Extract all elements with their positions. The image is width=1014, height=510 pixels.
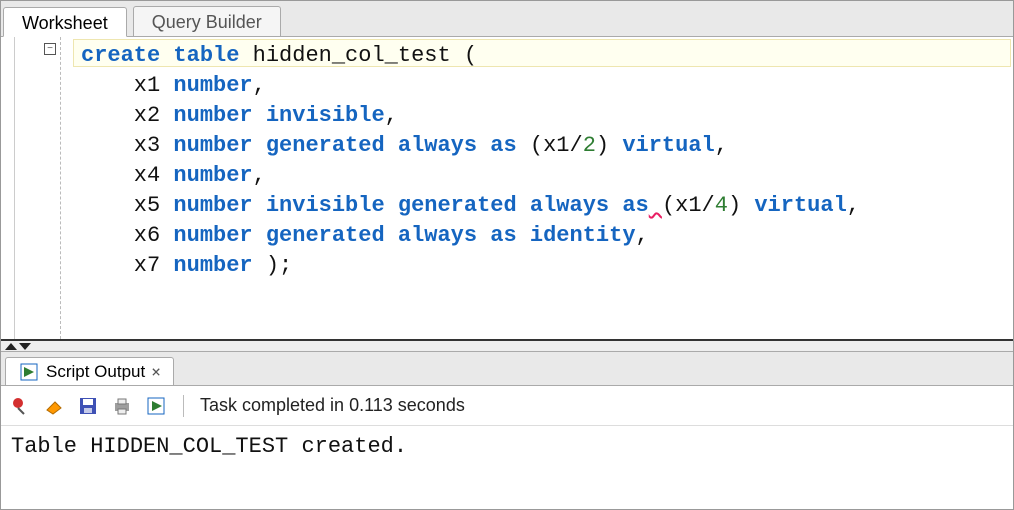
output-body: Table HIDDEN_COL_TEST created. [1,426,1013,509]
tab-script-output[interactable]: Script Output × [5,357,174,385]
close-icon[interactable]: × [151,362,161,381]
output-toolbar: Task completed in 0.113 seconds [1,386,1013,426]
printer-icon[interactable] [111,395,133,417]
splitter-up-icon [5,343,17,350]
editor-pane: Worksheet Query Builder − create table h… [1,1,1013,341]
code-text[interactable]: create table hidden_col_test ( x1 number… [61,37,870,339]
editor-tabs-row: Worksheet Query Builder [1,1,1013,37]
tab-query-builder[interactable]: Query Builder [133,6,281,36]
tab-worksheet[interactable]: Worksheet [3,7,127,37]
save-icon[interactable] [77,395,99,417]
output-pane: Script Output × Task completed in 0.113 … [1,351,1013,509]
task-status: Task completed in 0.113 seconds [200,395,465,416]
run-icon[interactable] [145,395,167,417]
fold-gutter: − [1,37,61,339]
pin-icon[interactable] [9,395,31,417]
output-tabs-row: Script Output × [1,352,1013,386]
splitter-down-icon [19,343,31,350]
fold-toggle-icon[interactable]: − [44,43,56,55]
splitter-handle[interactable] [1,341,1013,351]
eraser-icon[interactable] [43,395,65,417]
toolbar-separator [183,395,184,417]
script-output-icon [18,361,40,383]
code-area[interactable]: − create table hidden_col_test ( x1 numb… [1,37,1013,339]
script-output-label: Script Output [46,362,145,382]
